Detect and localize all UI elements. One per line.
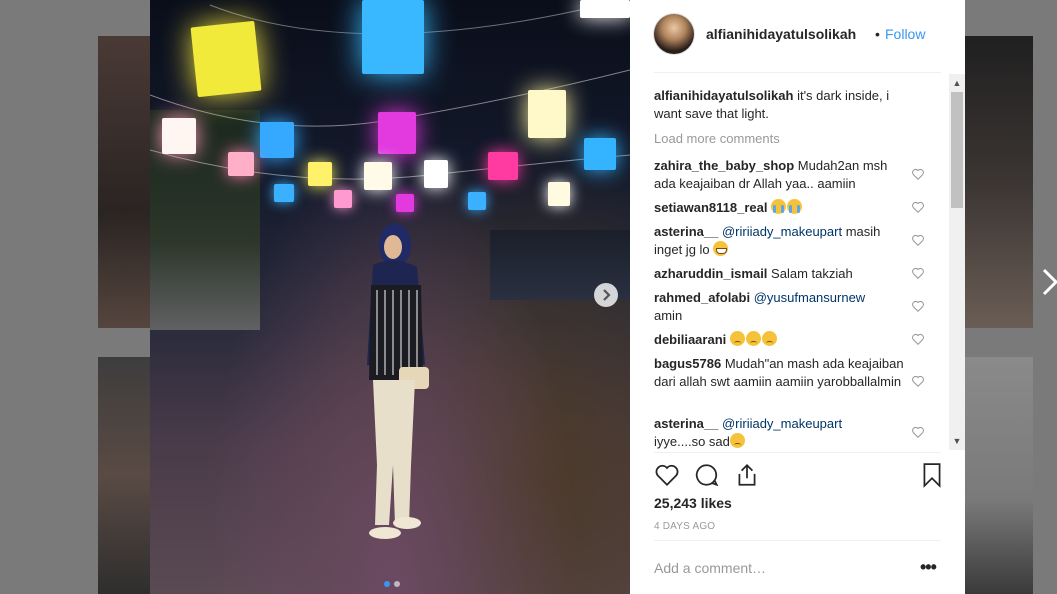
photo-person: [367, 223, 429, 539]
comment-mention[interactable]: @ririiady_makeupart: [722, 416, 842, 431]
comment-item: asterina__ @ririiady_makeupart iyye....s…: [654, 415, 912, 451]
comment-list: alfianihidayatulsolikah it's dark inside…: [654, 82, 941, 452]
comment-mention[interactable]: @ririiady_makeupart: [722, 224, 842, 239]
share-icon[interactable]: [734, 462, 760, 488]
grin-emoji-icon: [713, 241, 729, 256]
like-comment-heart-icon[interactable]: [911, 167, 925, 181]
like-comment-heart-icon[interactable]: [911, 299, 925, 313]
bookmark-icon[interactable]: [919, 462, 945, 488]
post-side-panel: alfianihidayatulsolikah • Follow alfiani…: [630, 0, 965, 594]
lantern-blue: [362, 0, 424, 74]
comment-item: azharuddin_ismail Salam takziah: [654, 265, 912, 283]
carousel-next-button[interactable]: [594, 283, 618, 307]
lantern-white: [162, 118, 196, 154]
comment-username[interactable]: debiliaarani: [654, 332, 726, 347]
like-comment-heart-icon[interactable]: [911, 374, 925, 388]
like-comment-heart-icon[interactable]: [911, 233, 925, 247]
carousel-dots: [382, 574, 402, 592]
comment-username[interactable]: rahmed_afolabi: [654, 290, 750, 305]
lantern-blue: [584, 138, 616, 170]
comment-item: bagus5786 Mudah"an mash ada keajaiban da…: [654, 355, 912, 391]
lantern-pink: [228, 152, 254, 176]
comment-username[interactable]: asterina__: [654, 416, 718, 431]
background-post-thumbnail: [98, 36, 150, 328]
next-post-chevron-icon[interactable]: [1040, 266, 1057, 298]
avatar[interactable]: [654, 14, 694, 54]
comment-username[interactable]: bagus5786: [654, 356, 721, 371]
sad-emoji-icon: [729, 433, 745, 448]
more-options-button[interactable]: •••: [920, 557, 937, 578]
scroll-up-arrow-icon[interactable]: ▲: [949, 76, 965, 90]
comment-item: debiliaarani: [654, 331, 912, 349]
lantern-magenta: [378, 112, 416, 154]
comment-scrollbar[interactable]: ▲ ▼: [949, 74, 965, 450]
sad-emoji-icon: [745, 331, 761, 346]
add-comment-input[interactable]: Add a comment…: [654, 560, 766, 576]
comment-username[interactable]: zahira_the_baby_shop: [654, 158, 794, 173]
heart-icon[interactable]: [654, 462, 680, 488]
comment-item: asterina__ @ririiady_makeupart masih ing…: [654, 223, 912, 259]
sad-emoji-icon: [729, 331, 745, 346]
post-header: alfianihidayatulsolikah • Follow: [654, 14, 941, 54]
like-comment-heart-icon[interactable]: [911, 266, 925, 280]
comment-username[interactable]: setiawan8118_real: [654, 200, 767, 215]
divider: [654, 72, 941, 73]
carousel-dot-active: [384, 581, 390, 587]
comment-item: rahmed_afolabi @yusufmansurnew amin: [654, 289, 912, 325]
lantern-cream: [548, 182, 570, 206]
comment-mention[interactable]: @yusufmansurnew: [754, 290, 865, 305]
background-post-thumbnail: [98, 357, 150, 594]
comment-text: amin: [654, 308, 683, 323]
lantern-white: [364, 162, 392, 190]
like-comment-heart-icon[interactable]: [911, 332, 925, 346]
comment-username[interactable]: asterina__: [654, 224, 718, 239]
background-post-thumbnail: [965, 357, 1033, 594]
action-bar: [654, 460, 949, 490]
lantern-white: [580, 0, 630, 18]
likes-count[interactable]: 25,243 likes: [654, 495, 732, 511]
like-comment-heart-icon[interactable]: [911, 425, 925, 439]
sad-emoji-icon: [761, 331, 777, 346]
scrollbar-thumb[interactable]: [951, 92, 963, 208]
scroll-down-arrow-icon[interactable]: ▼: [949, 434, 965, 448]
comment-icon[interactable]: [694, 462, 720, 488]
follow-button[interactable]: Follow: [885, 26, 925, 42]
lantern-white: [424, 160, 448, 188]
lantern-blue: [468, 192, 486, 210]
lantern-blue: [260, 122, 294, 158]
background-post-thumbnail: [965, 36, 1033, 328]
header-separator: •: [875, 26, 880, 42]
lantern-blue: [274, 184, 294, 202]
caption-username[interactable]: alfianihidayatulsolikah: [654, 88, 793, 103]
comment-username[interactable]: azharuddin_ismail: [654, 266, 767, 281]
post-timestamp[interactable]: 4 DAYS AGO: [654, 521, 715, 532]
lantern-yellow: [190, 20, 262, 98]
comment-text: Salam takziah: [771, 266, 853, 281]
crying-emoji-icon: [771, 199, 787, 214]
author-username[interactable]: alfianihidayatulsolikah: [706, 26, 856, 42]
lantern-cream: [528, 90, 566, 138]
divider: [654, 452, 941, 453]
comment-text: iyye....so sad: [654, 434, 730, 449]
lantern-magenta: [396, 194, 414, 212]
comment-item: setiawan8118_real: [654, 199, 912, 217]
like-comment-heart-icon[interactable]: [911, 200, 925, 214]
caption: alfianihidayatulsolikah it's dark inside…: [654, 87, 914, 123]
comment-item: zahira_the_baby_shop Mudah2an msh ada ke…: [654, 157, 912, 193]
lantern-pink: [334, 190, 352, 208]
lantern-yellow: [308, 162, 332, 186]
crying-emoji-icon: [787, 199, 803, 214]
load-more-comments-button[interactable]: Load more comments: [654, 130, 780, 148]
lantern-magenta: [488, 152, 518, 180]
carousel-dot: [394, 581, 400, 587]
post-photo: [150, 0, 630, 594]
chevron-right-icon: [603, 289, 611, 301]
divider: [654, 540, 941, 541]
